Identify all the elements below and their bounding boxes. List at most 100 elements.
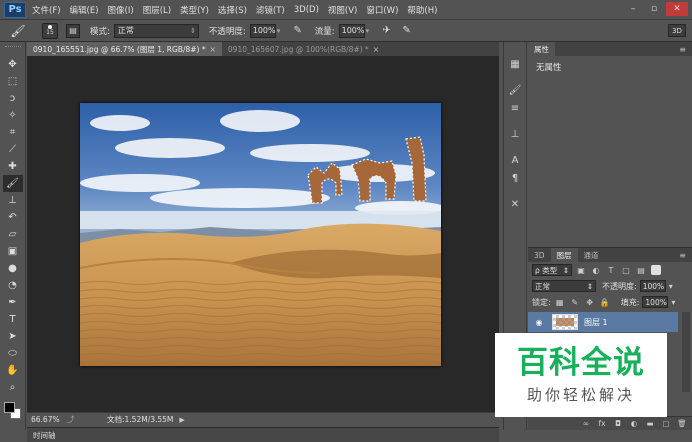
menu-view[interactable]: 视图(V)	[328, 4, 357, 16]
close-icon[interactable]: ×	[210, 45, 216, 54]
paragraph-panel-icon[interactable]: ¶	[506, 170, 524, 186]
lock-transparent-icon[interactable]: ▦	[554, 296, 566, 308]
color-swatches[interactable]	[2, 400, 24, 422]
character-panel-icon[interactable]: A	[506, 152, 524, 168]
delete-layer-icon[interactable]: 🗑	[676, 419, 688, 429]
flow-input[interactable]: 100%	[338, 23, 365, 38]
lasso-tool-icon[interactable]: ↄ	[3, 90, 23, 107]
brush-panel-toggle-icon[interactable]: ▤	[66, 23, 80, 38]
airbrush-icon[interactable]: ✈	[380, 24, 394, 38]
tab-document-1[interactable]: 0910_165551.jpg @ 66.7% (图层 1, RGB/8#) *…	[27, 42, 222, 56]
menu-file[interactable]: 文件(F)	[32, 4, 61, 16]
flow-dropdown-icon[interactable]: ▾	[366, 27, 374, 35]
brush-tool-icon[interactable]: 🖌	[2, 175, 23, 192]
mode-select[interactable]: 正常 ⇕	[113, 23, 199, 38]
menu-filter[interactable]: 滤镜(T)	[256, 4, 285, 16]
layer-style-icon[interactable]: fx	[596, 419, 608, 429]
maximize-button[interactable]: ▫	[645, 2, 663, 16]
lock-all-icon[interactable]: 🔒	[599, 296, 611, 308]
blur-tool-icon[interactable]: ●	[3, 260, 23, 277]
tab-properties[interactable]: 属性	[528, 42, 555, 56]
lock-image-icon[interactable]: ✎	[569, 296, 581, 308]
eyedropper-tool-icon[interactable]: ⟋	[3, 141, 23, 158]
close-icon[interactable]: ×	[373, 45, 379, 54]
new-layer-icon[interactable]: ▢	[660, 419, 672, 429]
brush-presets-icon[interactable]: 🖌	[506, 82, 524, 98]
panel-menu-icon[interactable]: ≡	[679, 45, 686, 54]
brush-tool-preset-icon[interactable]: 🖌	[8, 23, 28, 39]
menu-window[interactable]: 窗口(W)	[366, 4, 398, 16]
gradient-tool-icon[interactable]: ▣	[3, 243, 23, 260]
tab-3d[interactable]: 3D	[528, 248, 551, 262]
adjustment-filter-icon[interactable]: ◐	[590, 264, 602, 276]
dodge-tool-icon[interactable]: ◔	[3, 277, 23, 294]
layer-row[interactable]: ◉ 图层 1	[528, 312, 678, 332]
menu-3d[interactable]: 3D(D)	[294, 5, 319, 15]
brush-settings-icon[interactable]: ≡	[506, 100, 524, 116]
add-mask-icon[interactable]: ◘	[612, 419, 624, 429]
type-tool-icon[interactable]: T	[3, 311, 23, 328]
zoom-tool-icon[interactable]: ⌕	[3, 379, 23, 396]
type-filter-icon[interactable]: T	[605, 264, 617, 276]
layer-filter-select[interactable]: ρ 类型 ⇕	[532, 264, 572, 276]
canvas-area[interactable]	[27, 56, 499, 412]
hand-tool-icon[interactable]: ✋	[3, 362, 23, 379]
menu-type[interactable]: 类型(Y)	[180, 4, 209, 16]
tab-layers[interactable]: 图层	[550, 248, 578, 262]
minimize-button[interactable]: –	[624, 2, 642, 16]
timeline-panel-tab[interactable]: 时间轴	[27, 427, 499, 442]
opacity-input[interactable]: 100%	[249, 23, 276, 38]
eraser-tool-icon[interactable]: ▱	[3, 226, 23, 243]
move-tool-icon[interactable]: ✥	[3, 56, 23, 73]
history-brush-tool-icon[interactable]: ↶	[3, 209, 23, 226]
eye-icon[interactable]: ◉	[532, 318, 546, 327]
history-panel-icon[interactable]: ▦	[506, 56, 524, 72]
fill-dropdown-icon[interactable]: ▾	[669, 296, 677, 308]
export-icon[interactable]: ⤴	[67, 414, 81, 425]
smart-object-filter-icon[interactable]: ▤	[635, 264, 647, 276]
blend-mode-select[interactable]: 正常 ⇕	[532, 280, 596, 292]
link-layers-icon[interactable]: ∞	[580, 419, 592, 429]
fill-input[interactable]: 100%	[642, 296, 669, 308]
menu-help[interactable]: 帮助(H)	[407, 4, 437, 16]
quick-select-tool-icon[interactable]: ✧	[3, 107, 23, 124]
crop-tool-icon[interactable]: ⌗	[3, 124, 23, 141]
panel-menu-icon[interactable]: ≡	[679, 251, 686, 260]
3d-mode-button[interactable]: 3D	[668, 24, 686, 37]
menu-layer[interactable]: 图层(L)	[143, 4, 171, 16]
clone-stamp-tool-icon[interactable]: ⊥	[3, 192, 23, 209]
tab-document-2[interactable]: 0910_165607.jpg @ 100%(RGB/8#) * ×	[221, 42, 386, 56]
lock-position-icon[interactable]: ✥	[584, 296, 596, 308]
pixel-filter-icon[interactable]: ▣	[575, 264, 587, 276]
pressure-size-icon[interactable]: ✎	[400, 24, 414, 38]
opacity-dropdown-icon[interactable]: ▾	[667, 280, 675, 292]
chevron-down-icon: ⇕	[562, 265, 569, 275]
foreground-color-swatch[interactable]	[3, 402, 15, 413]
tool-presets-icon[interactable]: ✕	[506, 196, 524, 212]
filter-toggle-switch[interactable]	[651, 265, 661, 275]
marquee-tool-icon[interactable]: ⬚	[3, 73, 23, 90]
menu-image[interactable]: 图像(I)	[108, 4, 134, 16]
clone-source-icon[interactable]: ⊥	[506, 126, 524, 142]
layers-scrollbar[interactable]	[682, 312, 690, 392]
path-select-tool-icon[interactable]: ➤	[3, 328, 23, 345]
pen-tool-icon[interactable]: ✒	[3, 294, 23, 311]
brush-size-picker[interactable]: 15	[42, 22, 58, 39]
status-bar: 66.67% ⤴ 文档:1.52M/3.55M ▶	[27, 412, 499, 426]
menu-edit[interactable]: 编辑(E)	[70, 4, 99, 16]
pressure-opacity-icon[interactable]: ✎	[291, 24, 305, 38]
new-adjustment-icon[interactable]: ◐	[628, 419, 640, 429]
toolbox-grip[interactable]	[4, 46, 21, 54]
close-button[interactable]: ✕	[666, 2, 688, 16]
opacity-dropdown-icon[interactable]: ▾	[277, 27, 285, 35]
menu-select[interactable]: 选择(S)	[218, 4, 247, 16]
status-menu-arrow-icon[interactable]: ▶	[179, 416, 184, 424]
desert-photo-canvas[interactable]	[80, 103, 441, 366]
shape-filter-icon[interactable]: ▢	[620, 264, 632, 276]
shape-tool-icon[interactable]: ⬭	[3, 345, 23, 362]
tab-channels[interactable]: 通道	[578, 248, 605, 262]
healing-brush-tool-icon[interactable]: ✚	[3, 158, 23, 175]
layer-opacity-input[interactable]: 100%	[639, 280, 666, 292]
zoom-level[interactable]: 66.67%	[31, 415, 67, 424]
new-group-icon[interactable]: ▬	[644, 419, 656, 429]
